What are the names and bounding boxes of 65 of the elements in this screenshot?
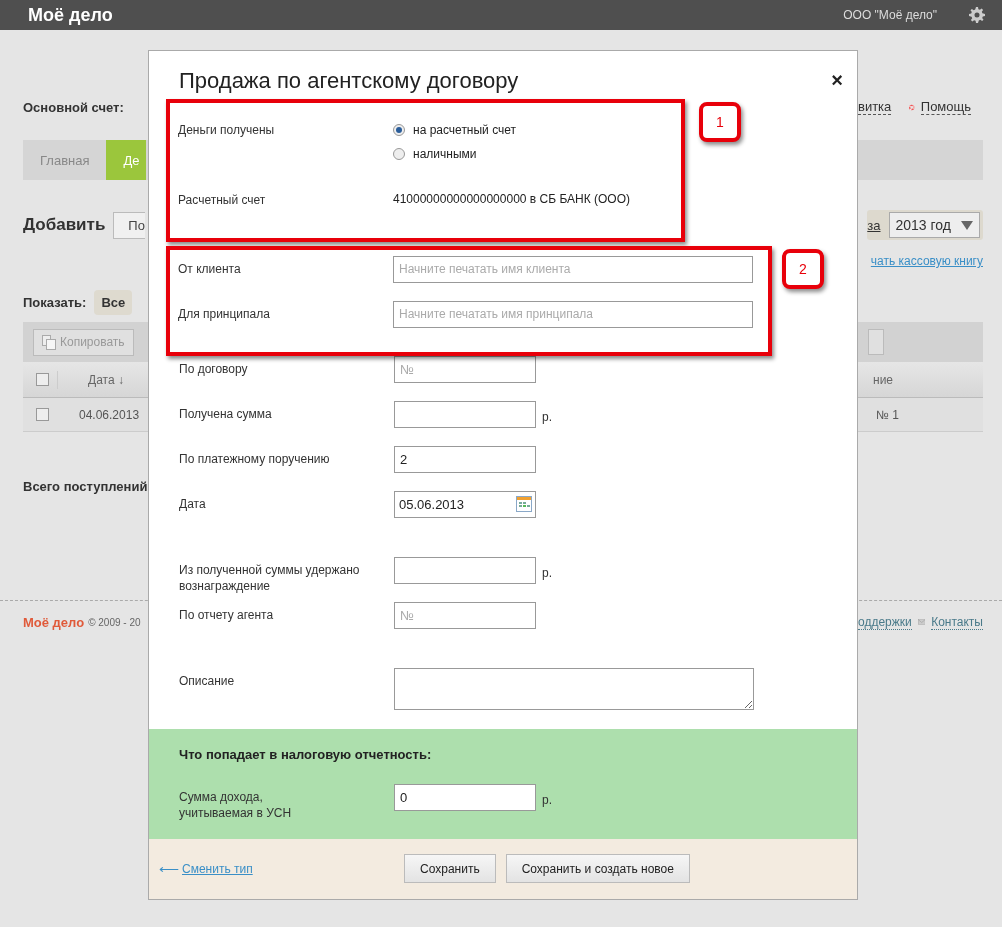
copy-icon — [42, 334, 56, 350]
contacts-link[interactable]: Контакты — [931, 614, 983, 630]
calendar-icon[interactable] — [516, 496, 532, 513]
input-field[interactable]: Начните печатать имя принципала — [393, 300, 753, 328]
checkbox[interactable] — [36, 408, 49, 421]
settings-icon[interactable] — [969, 7, 985, 23]
account-label: Основной счет: — [23, 99, 124, 115]
radio-button[interactable] — [393, 123, 405, 136]
field-label: Описание — [179, 672, 236, 689]
field-label: Для принципала — [178, 305, 271, 322]
callout-badge: 2 — [782, 248, 824, 289]
input-field[interactable]: 2 — [394, 445, 536, 473]
save-button[interactable]: Сохранить и создать новое — [505, 854, 690, 884]
field-label: От клиента — [178, 260, 242, 277]
currency-unit: р. — [542, 565, 552, 581]
caret-icon — [961, 220, 973, 230]
callout-badge: 1 — [699, 101, 741, 142]
account-number: 41000000000000000000 в СБ БАНК (ООО) — [393, 190, 631, 206]
save-button[interactable]: Сохранить — [404, 854, 496, 884]
input-field[interactable] — [394, 556, 536, 584]
field-label: Сумма дохода, учитываемая в УСН — [179, 788, 293, 821]
field-label: Деньги получены — [178, 121, 276, 138]
currency-unit: р. — [542, 409, 552, 425]
field-label: По договору — [179, 360, 249, 377]
mail-icon — [917, 617, 926, 627]
field-label: По платежному поручению — [179, 450, 331, 467]
table-row[interactable]: № 1 — [858, 398, 983, 432]
copyright-text: © 2009 - 20 — [88, 616, 141, 628]
column-header[interactable]: ние — [871, 372, 893, 387]
field-label: Получена сумма — [179, 405, 273, 422]
table-row[interactable]: 04.06.2013 — [23, 398, 148, 432]
description-field[interactable] — [394, 667, 754, 710]
company-name[interactable]: ООО "Моё дело" — [843, 8, 937, 22]
field-label: Из полученной суммы удержано вознаграждение — [179, 561, 361, 594]
radio-button[interactable] — [393, 147, 405, 160]
table-cell: 04.06.2013 — [79, 407, 140, 422]
year-select[interactable]: 2013 год — [888, 212, 980, 238]
close-button[interactable]: × — [831, 69, 843, 93]
input-field[interactable]: № — [394, 601, 536, 629]
field-label: По отчету агента — [179, 606, 275, 623]
table-cell-text: № 1 — [875, 407, 899, 422]
field-label: Расчетный счет — [178, 191, 267, 208]
currency-unit: р. — [542, 792, 552, 808]
filter-chip[interactable]: Все — [94, 289, 133, 315]
date-field[interactable]: 05.06.2013 — [394, 490, 536, 518]
input-field[interactable]: 0 — [394, 783, 536, 811]
field-label: Дата — [179, 495, 207, 512]
section-heading: Что попадает в налоговую отчетность: — [178, 746, 433, 762]
checkbox[interactable] — [36, 373, 49, 386]
help-link[interactable]: Помощь — [920, 99, 971, 115]
input-field[interactable]: Начните печатать имя клиента — [393, 255, 753, 283]
add-button[interactable]: По — [113, 211, 145, 239]
dialog-title: Продажа по агентскому договору — [179, 67, 519, 94]
total-label: Всего поступлений — [23, 478, 148, 494]
input-field[interactable] — [394, 400, 536, 428]
column-header[interactable]: Дата ↓ — [66, 372, 124, 387]
back-arrow: ⟵ — [159, 860, 179, 877]
input-field[interactable]: № — [394, 355, 536, 383]
add-heading: Добавить — [23, 215, 106, 235]
toolbar-button[interactable] — [868, 329, 884, 355]
radio-option[interactable]: наличными — [393, 146, 681, 161]
radio-option[interactable]: на расчетный счет — [393, 122, 681, 137]
period-link[interactable]: за — [867, 217, 881, 233]
filter-label: Показать: — [23, 294, 87, 310]
logo[interactable]: Моё дело — [28, 4, 113, 26]
